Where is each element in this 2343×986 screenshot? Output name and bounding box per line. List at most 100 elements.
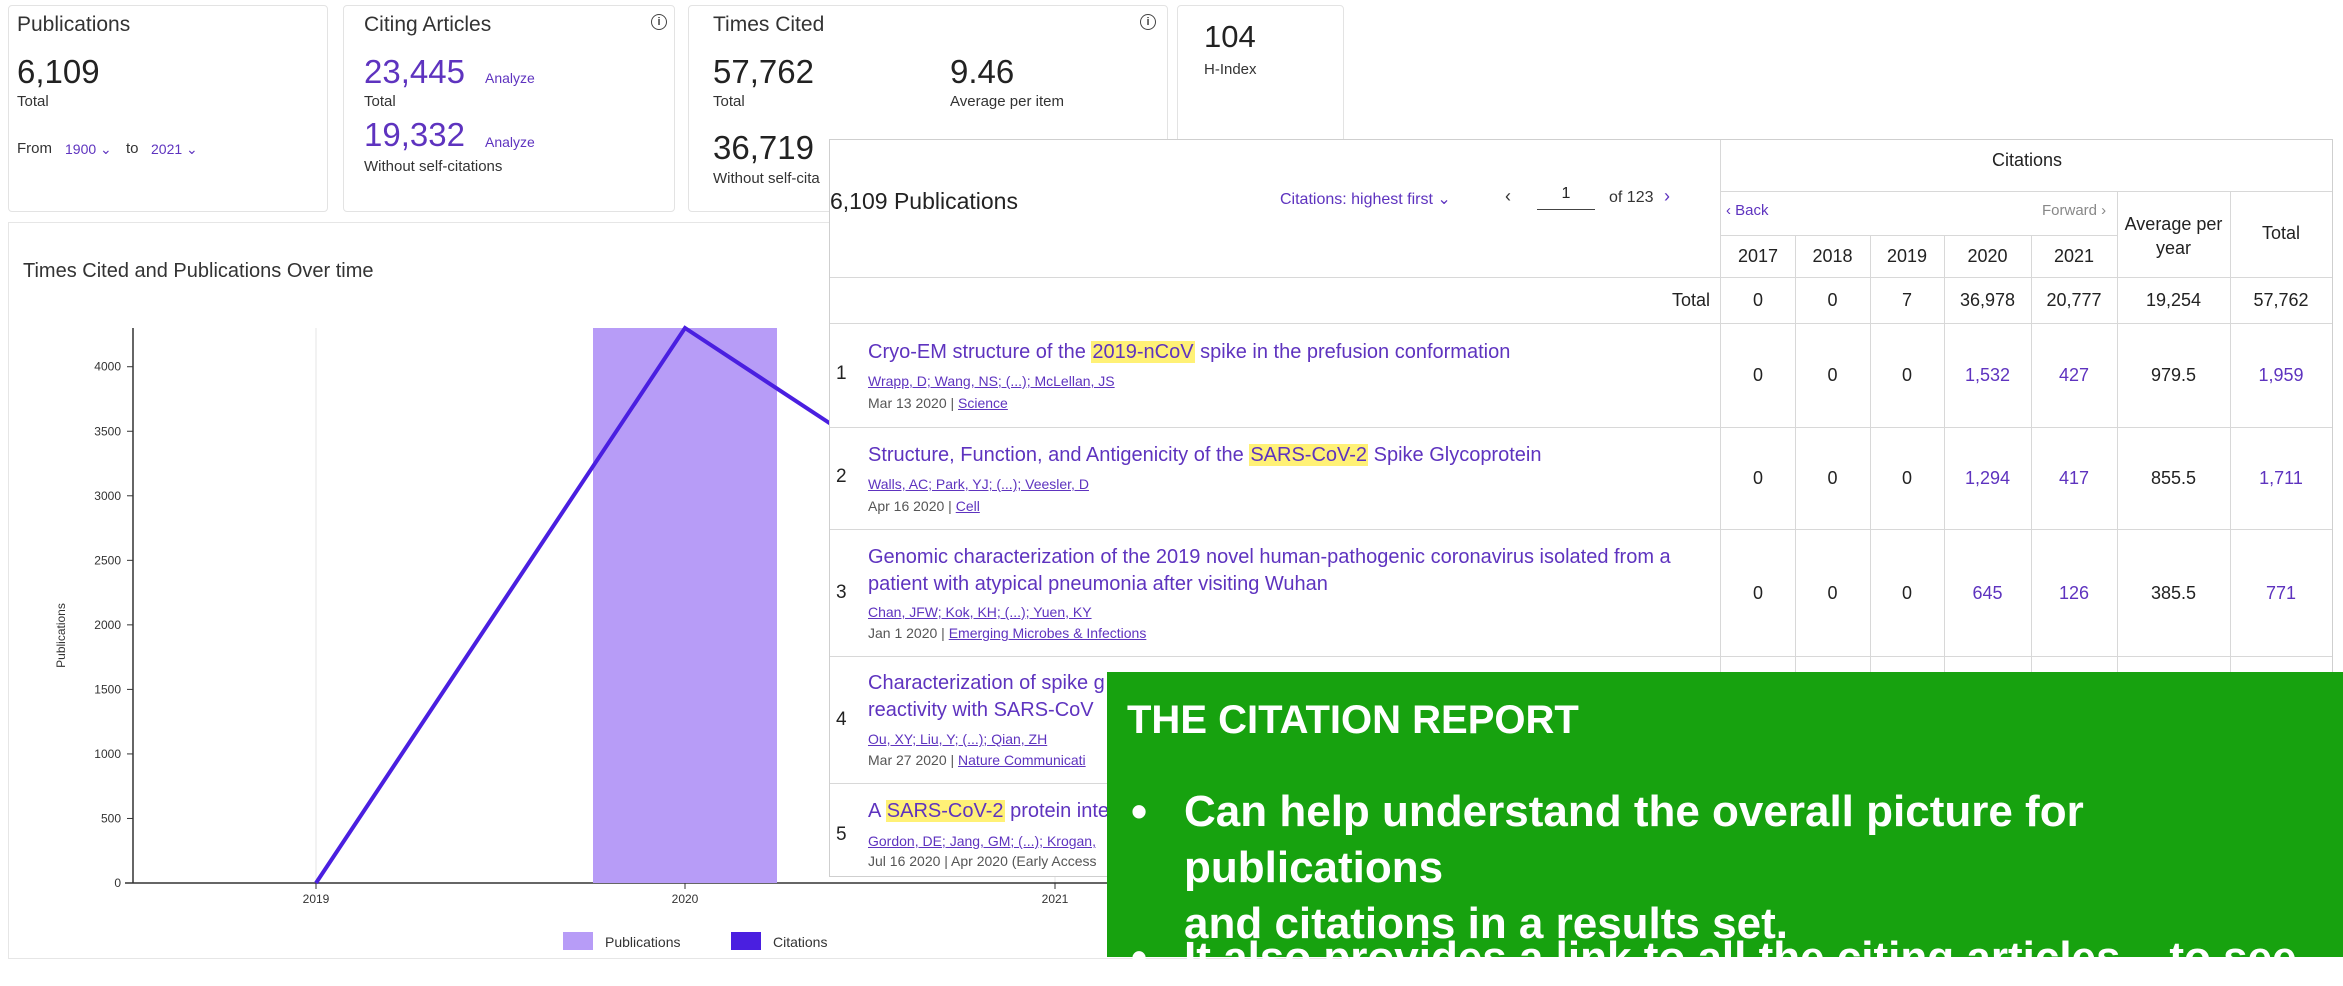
cell-link[interactable]: 1,294 <box>1944 468 2031 489</box>
cell-link[interactable]: 771 <box>2230 583 2332 604</box>
authors-link[interactable]: Gordon, DE; Jang, GM; (...); Krogan, <box>868 833 1096 849</box>
info-icon[interactable]: i <box>651 14 667 30</box>
citing-articles-card: Citing Articles i 23,445 Analyze Total 1… <box>343 5 675 212</box>
chevron-down-icon: ⌄ <box>100 141 112 157</box>
pub-date: Mar 13 2020 | Science <box>868 395 1008 411</box>
date-text: Jan 1 2020 | <box>868 625 949 641</box>
total-avg: 19,254 <box>2145 290 2202 310</box>
chevron-down-icon: ⌄ <box>186 141 198 157</box>
cell: 0 <box>1901 365 1912 385</box>
range-to-label: to <box>126 140 139 157</box>
total-2021: 20,777 <box>2046 290 2102 310</box>
cell: 0 <box>1901 583 1912 603</box>
pub-date: Apr 16 2020 | Cell <box>868 498 980 514</box>
cell: 0 <box>1827 583 1838 603</box>
authors-link[interactable]: Chan, JFW; Kok, KH; (...); Yuen, KY <box>868 604 1092 620</box>
cell: 855.5 <box>2150 468 2197 488</box>
citation-report-callout: THE CITATION REPORT • Can help understan… <box>1107 672 2343 983</box>
cell-link[interactable]: 1,711 <box>2230 468 2332 489</box>
times-cited-without-label: Without self-cita <box>713 170 820 187</box>
analyze-without-link[interactable]: Analyze <box>485 134 535 150</box>
chevron-right-icon: › <box>2097 202 2107 219</box>
total-2019: 7 <box>1901 290 1912 310</box>
bullet-glyph: • <box>1131 931 1148 983</box>
cell-link[interactable]: 417 <box>2031 468 2117 489</box>
cell-link[interactable]: 645 <box>1944 583 2031 604</box>
publications-label: Publications <box>17 13 131 36</box>
total-header: Total <box>2261 223 2301 243</box>
callout-bullet-text: It also provides a link to all the citin… <box>1184 933 2297 982</box>
authors-link[interactable]: Wrapp, D; Wang, NS; (...); McLellan, JS <box>868 373 1115 389</box>
total-2018: 0 <box>1827 290 1838 310</box>
highlighted-term: SARS-CoV-2 <box>885 800 1005 822</box>
divider <box>1720 191 2332 192</box>
range-from-label: From <box>17 140 52 157</box>
cell: 0 <box>1752 583 1763 603</box>
times-cited-total: 57,762 <box>713 53 814 90</box>
forward-label: Forward <box>2042 202 2098 219</box>
cell: 0 <box>1752 365 1763 385</box>
citing-total[interactable]: 23,445 <box>364 53 465 91</box>
divider <box>830 656 2332 657</box>
citations-header: Citations <box>1991 150 2063 170</box>
info-icon[interactable]: i <box>1140 14 1156 30</box>
journal-link[interactable]: Science <box>958 395 1008 411</box>
forward-button[interactable]: Forward › <box>2042 202 2106 219</box>
divider <box>1720 235 2117 236</box>
times-cited-without-self: 36,719 <box>713 129 814 166</box>
article-title-link[interactable]: Structure, Function, and Antigenicity of… <box>868 442 1541 469</box>
article-title-link[interactable]: Genomic characterization of the 2019 nov… <box>868 544 1671 598</box>
citing-total-label: Total <box>364 93 396 110</box>
year-header-2021: 2021 <box>2053 246 2095 266</box>
divider <box>830 277 2332 278</box>
publications-count-heading: 6,109 Publications <box>830 188 1018 214</box>
cell: 0 <box>1827 365 1838 385</box>
sort-select[interactable]: Citations: highest first ⌄ <box>1280 189 1451 209</box>
title-text: Spike Glycoprotein <box>1368 444 1542 466</box>
cell-link[interactable]: 1,532 <box>1944 365 2031 386</box>
page-of-label: of 123 <box>1609 189 1654 206</box>
authors-link[interactable]: Walls, AC; Park, YJ; (...); Veesler, D <box>868 476 1089 492</box>
title-text: patient with atypical pneumonia after vi… <box>868 573 1328 595</box>
article-title-link[interactable]: Characterization of spike g reactivity w… <box>868 670 1105 724</box>
prev-page-icon[interactable]: ‹ <box>1505 186 1511 207</box>
cell-link[interactable]: 427 <box>2031 365 2117 386</box>
row-number: 3 <box>836 582 847 603</box>
title-text: Cryo-EM structure of the <box>868 341 1092 363</box>
title-text: reactivity with SARS-CoV <box>868 699 1094 721</box>
authors-link[interactable]: Ou, XY; Liu, Y; (...); Qian, ZH <box>868 731 1047 747</box>
article-title-link[interactable]: Cryo-EM structure of the 2019-nCoV spike… <box>868 339 1510 366</box>
publications-total-label: Total <box>17 93 49 110</box>
range-to-value: 2021 <box>151 141 183 157</box>
citing-articles-label: Citing Articles <box>364 13 492 36</box>
times-cited-label: Times Cited <box>713 13 825 36</box>
range-to-select[interactable]: 2021 ⌄ <box>151 141 198 158</box>
journal-link[interactable]: Cell <box>956 498 980 514</box>
total-2017: 0 <box>1752 290 1763 310</box>
callout-title: THE CITATION REPORT <box>1127 698 1579 742</box>
sort-label: Citations: highest first <box>1280 191 1433 208</box>
highlighted-term: 2019-nCoV <box>1091 341 1195 363</box>
total-2020: 36,978 <box>1959 290 2016 310</box>
publications-total: 6,109 <box>17 53 100 90</box>
journal-link[interactable]: Emerging Microbes & Infections <box>949 625 1147 641</box>
next-page-icon[interactable]: › <box>1664 186 1670 207</box>
pub-date: Jan 1 2020 | Emerging Microbes & Infecti… <box>868 625 1146 641</box>
page-input[interactable]: 1 <box>1537 185 1595 210</box>
back-label: Back <box>1735 202 1769 219</box>
publications-card: Publications 6,109 Total From 1900 ⌄ to … <box>8 5 328 212</box>
cell-link[interactable]: 126 <box>2031 583 2117 604</box>
year-header-2017: 2017 <box>1737 246 1779 266</box>
range-from-select[interactable]: 1900 ⌄ <box>65 141 112 158</box>
cell-link[interactable]: 1,959 <box>2230 365 2332 386</box>
cell: 0 <box>1827 468 1838 488</box>
pub-date: Jul 16 2020 | Apr 2020 (Early Access <box>868 853 1097 869</box>
article-title-link[interactable]: A SARS-CoV-2 protein intera <box>868 798 1127 825</box>
citing-without-self[interactable]: 19,332 <box>364 116 465 154</box>
row-number: 1 <box>836 363 847 384</box>
h-index-label: H-Index <box>1204 61 1257 78</box>
back-button[interactable]: ‹ Back <box>1726 202 1769 219</box>
analyze-citing-link[interactable]: Analyze <box>485 70 535 86</box>
date-text: Apr 16 2020 | <box>868 498 956 514</box>
journal-link[interactable]: Nature Communicati <box>958 752 1086 768</box>
